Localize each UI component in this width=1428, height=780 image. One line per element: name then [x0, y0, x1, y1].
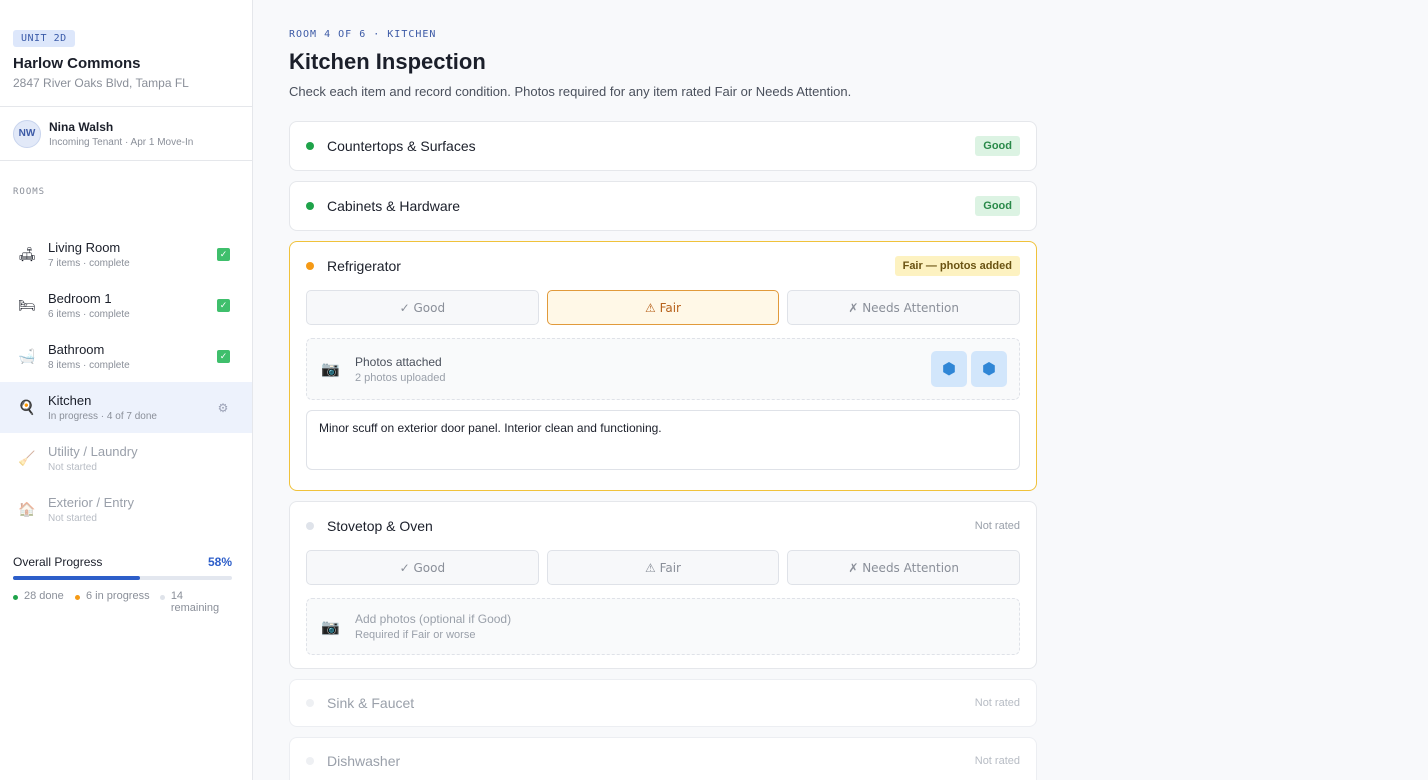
- status-badge: Good: [975, 136, 1020, 156]
- photo-thumbnail-1[interactable]: ⬢: [931, 351, 967, 387]
- checkmark-icon: ✓: [217, 299, 230, 312]
- status-badge: Not rated: [974, 755, 1020, 767]
- progress-legend: 28 done 6 in progress 14 remaining: [13, 590, 232, 614]
- house-icon: 🏠: [18, 501, 36, 517]
- rooms-label: ROOMS: [13, 187, 46, 197]
- remaining-count: 14 remaining: [170, 590, 220, 614]
- sidebar-item-kitchen[interactable]: 🍳 Kitchen In progress · 4 of 7 done ⚙: [0, 382, 252, 433]
- notes-field[interactable]: Minor scuff on exterior door panel. Inte…: [306, 410, 1020, 470]
- inspection-item-refrigerator: Refrigerator Fair — photos added ✓ Good …: [289, 241, 1037, 491]
- status-dot-icon: [306, 202, 314, 210]
- bathtub-icon: 🛁: [18, 348, 36, 364]
- sidebar-item-bathroom[interactable]: 🛁 Bathroom 8 items · complete ✓: [0, 331, 252, 382]
- room-status-text: 6 items · complete: [48, 309, 130, 320]
- room-name: Kitchen: [48, 393, 92, 408]
- inspection-item-sink[interactable]: Sink & Faucet Not rated: [289, 679, 1037, 727]
- remaining-dot-icon: [160, 595, 165, 600]
- progress-label: Overall Progress: [13, 555, 103, 569]
- room-status-text: Not started: [48, 513, 97, 524]
- progress-bar: [13, 576, 232, 580]
- room-name: Exterior / Entry: [48, 495, 134, 510]
- overall-progress: Overall Progress 58% 28 done 6 in progre…: [13, 555, 232, 614]
- item-name: Stovetop & Oven: [327, 518, 433, 534]
- room-name: Utility / Laundry: [48, 444, 138, 459]
- progress-bar-fill: [13, 576, 141, 580]
- room-name: Bedroom 1: [48, 291, 112, 306]
- inspection-item-countertops[interactable]: Countertops & Surfaces Good: [289, 121, 1037, 171]
- in-progress-icon: ⚙: [217, 400, 229, 415]
- photo-title: Photos attached: [355, 354, 442, 369]
- broom-icon: 🧹: [18, 450, 36, 466]
- photo-subtitle: 2 photos uploaded: [355, 371, 446, 384]
- in-progress-count: 6 in progress: [86, 590, 150, 602]
- inspection-item-dishwasher[interactable]: Dishwasher Not rated: [289, 737, 1037, 780]
- room-status-text: 8 items · complete: [48, 360, 130, 371]
- status-badge: Not rated: [974, 520, 1020, 532]
- sofa-icon: 🛋: [18, 246, 36, 262]
- room-status-text: 7 items · complete: [48, 258, 130, 269]
- status-dot-icon: [306, 142, 314, 150]
- status-dot-icon: [306, 699, 314, 707]
- camera-icon: 📷: [321, 618, 340, 636]
- status-badge: Not rated: [974, 697, 1020, 709]
- status-badge: Good: [975, 196, 1020, 216]
- rating-options: ✓ Good ⚠ Fair ✗ Needs Attention: [290, 290, 1036, 325]
- item-name: Refrigerator: [327, 258, 401, 274]
- bed-icon: 🛏: [18, 297, 36, 313]
- status-badge: Fair — photos added: [894, 256, 1020, 276]
- rating-options: ✓ Good ⚠ Fair ✗ Needs Attention: [290, 550, 1036, 585]
- rate-fair-button[interactable]: ⚠ Fair: [546, 290, 780, 325]
- avatar: NW: [13, 119, 41, 148]
- rate-fair-button[interactable]: ⚠ Fair: [546, 550, 780, 585]
- rate-good-button[interactable]: ✓ Good: [306, 290, 539, 325]
- checkmark-icon: ✓: [217, 248, 230, 261]
- camera-icon: 📷: [321, 361, 340, 378]
- progress-percent: 58%: [207, 555, 232, 569]
- done-dot-icon: [13, 595, 18, 600]
- unit-badge: UNIT 2D: [13, 30, 75, 47]
- item-name: Sink & Faucet: [327, 695, 415, 711]
- done-count: 28 done: [24, 590, 64, 602]
- page-description: Check each item and record condition. Ph…: [289, 84, 852, 99]
- item-name: Cabinets & Hardware: [327, 198, 461, 214]
- rate-needs-attention-button[interactable]: ✗ Needs Attention: [787, 550, 1021, 585]
- room-name: Living Room: [48, 240, 121, 255]
- sidebar-item-utility-laundry[interactable]: 🧹 Utility / Laundry Not started: [0, 433, 252, 484]
- photo-subtitle: Required if Fair or worse: [355, 629, 476, 641]
- rate-needs-attention-button[interactable]: ✗ Needs Attention: [787, 290, 1021, 325]
- item-name: Countertops & Surfaces: [327, 138, 476, 154]
- photo-thumbnail-2[interactable]: ⬢: [971, 351, 1007, 387]
- property-address: 2847 River Oaks Blvd, Tampa FL: [13, 76, 189, 90]
- photo-dropzone[interactable]: 📷 Photos attached 2 photos uploaded ⬢ ⬢: [306, 338, 1020, 400]
- room-name: Bathroom: [48, 342, 105, 357]
- unit-block: UNIT 2D Harlow Commons 2847 River Oaks B…: [0, 0, 252, 107]
- sidebar-item-exterior-entry[interactable]: 🏠 Exterior / Entry Not started: [0, 484, 252, 535]
- sidebar-item-living-room[interactable]: 🛋 Living Room 7 items · complete ✓: [0, 229, 252, 280]
- frying-pan-icon: 🍳: [18, 399, 36, 415]
- status-dot-icon: [306, 757, 314, 765]
- tenant-block: NW Nina Walsh Incoming Tenant · Apr 1 Mo…: [0, 107, 252, 161]
- rate-good-button[interactable]: ✓ Good: [306, 550, 539, 585]
- sidebar: UNIT 2D Harlow Commons 2847 River Oaks B…: [0, 0, 253, 780]
- cube-icon: ⬢: [982, 361, 996, 378]
- page-title: Kitchen Inspection: [289, 49, 486, 74]
- photo-dropzone[interactable]: 📷 Add photos (optional if Good) Required…: [306, 598, 1020, 655]
- status-dot-icon: [306, 522, 314, 530]
- room-status-text: In progress · 4 of 7 done: [48, 411, 157, 422]
- sidebar-item-bedroom-1[interactable]: 🛏 Bedroom 1 6 items · complete ✓: [0, 280, 252, 331]
- room-status-text: Not started: [48, 462, 97, 473]
- tenant-role: Incoming Tenant · Apr 1 Move-In: [49, 136, 194, 148]
- tenant-name: Nina Walsh: [49, 119, 114, 134]
- in-progress-dot-icon: [75, 595, 80, 600]
- photo-title: Add photos (optional if Good): [355, 612, 512, 626]
- breadcrumb: ROOM 4 OF 6 · KITCHEN: [289, 29, 437, 40]
- inspection-item-cabinets[interactable]: Cabinets & Hardware Good: [289, 181, 1037, 231]
- inspection-item-stovetop: Stovetop & Oven Not rated ✓ Good ⚠ Fair …: [289, 501, 1037, 669]
- cube-icon: ⬢: [942, 361, 956, 378]
- checkmark-icon: ✓: [217, 350, 230, 363]
- item-name: Dishwasher: [327, 753, 401, 769]
- status-dot-icon: [306, 262, 314, 270]
- main-content: ROOM 4 OF 6 · KITCHEN Kitchen Inspection…: [289, 0, 1037, 780]
- property-name: Harlow Commons: [13, 55, 141, 72]
